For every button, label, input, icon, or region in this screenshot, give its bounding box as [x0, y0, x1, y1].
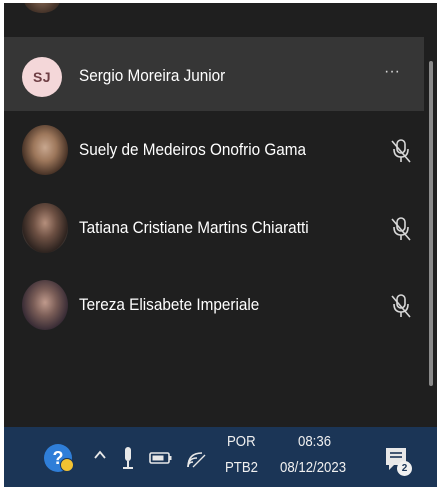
- participant-avatar: [22, 280, 68, 330]
- battery-icon[interactable]: [149, 450, 173, 466]
- mic-off-icon[interactable]: [390, 216, 412, 242]
- participant-name: Sergio Moreira Junior: [79, 66, 226, 85]
- participant-row[interactable]: Suely de Medeiros Onofrio Gama: [4, 114, 424, 190]
- participant-name: Suely de Medeiros Onofrio Gama: [79, 140, 307, 159]
- participant-avatar-partial: [24, 3, 60, 13]
- taskbar: ? POR PTB2 08:36 08/12/2023 2: [4, 427, 437, 487]
- mic-off-icon[interactable]: [390, 138, 412, 164]
- participant-row-self[interactable]: SJ Sergio Moreira Junior ···: [4, 37, 424, 111]
- participant-row[interactable]: Tereza Elisabete Imperiale: [4, 269, 424, 345]
- initials-avatar: SJ: [22, 57, 62, 97]
- participant-name: Tatiana Cristiane Martins Chiaratti: [79, 218, 309, 237]
- more-options-button[interactable]: ···: [377, 61, 407, 83]
- scrollbar[interactable]: [429, 61, 433, 386]
- participant-name: Tereza Elisabete Imperiale: [79, 295, 260, 314]
- clock-time[interactable]: 08:36: [298, 433, 331, 450]
- notification-count-badge: 2: [397, 461, 412, 476]
- language-indicator[interactable]: POR: [227, 433, 256, 450]
- participant-avatar: [22, 125, 68, 175]
- participant-avatar: [22, 203, 68, 253]
- help-badge: [60, 458, 74, 472]
- participants-panel: SJ Sergio Moreira Junior ··· Suely de Me…: [4, 3, 437, 487]
- mic-off-icon[interactable]: [390, 293, 412, 319]
- keyboard-layout-indicator[interactable]: PTB2: [225, 459, 258, 476]
- participant-row[interactable]: Tatiana Cristiane Martins Chiaratti: [4, 192, 424, 268]
- microphone-icon[interactable]: [121, 446, 135, 470]
- clock-date[interactable]: 08/12/2023: [280, 459, 346, 476]
- wifi-icon[interactable]: [184, 446, 208, 470]
- chevron-up-icon[interactable]: [92, 447, 108, 463]
